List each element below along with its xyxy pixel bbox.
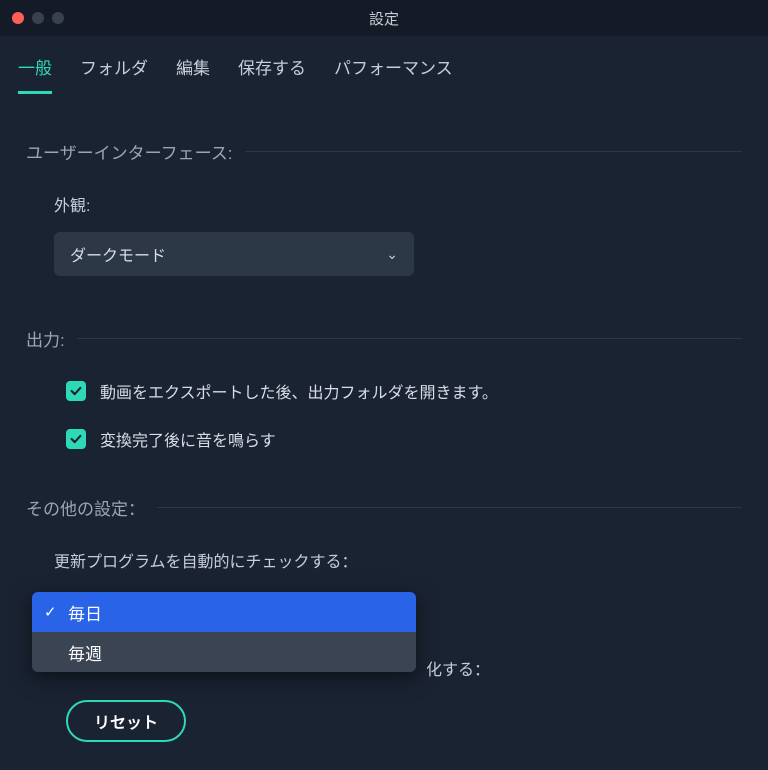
minimize-window-button[interactable] — [32, 12, 44, 24]
reset-button[interactable]: リセット — [66, 700, 186, 742]
check-icon: ✓ — [44, 603, 60, 621]
tab-save[interactable]: 保存する — [238, 54, 306, 94]
maximize-window-button[interactable] — [52, 12, 64, 24]
window-title: 設定 — [369, 8, 399, 29]
titlebar: 設定 — [0, 0, 768, 36]
dropdown-option-weekly[interactable]: 毎週 — [32, 632, 416, 672]
tab-folder[interactable]: フォルダ — [80, 54, 148, 94]
dropdown-option-daily[interactable]: ✓ 毎日 — [32, 592, 416, 632]
tabs: 一般 フォルダ 編集 保存する パフォーマンス — [0, 36, 768, 95]
appearance-value: ダークモード — [70, 242, 166, 266]
update-frequency-dropdown: ✓ 毎日 毎週 — [32, 592, 416, 672]
divider — [77, 338, 742, 339]
dropdown-option-label: 毎日 — [68, 600, 102, 625]
dropdown-option-label: 毎週 — [68, 640, 102, 665]
open-folder-row: 動画をエクスポートした後、出力フォルダを開きます。 — [66, 379, 742, 403]
section-other-header: その他の設定： — [26, 495, 742, 520]
tab-general[interactable]: 一般 — [18, 54, 52, 94]
traffic-lights — [12, 12, 64, 24]
check-icon — [69, 432, 83, 446]
open-folder-checkbox[interactable] — [66, 381, 86, 401]
divider — [245, 151, 742, 152]
section-output-label: 出力: — [26, 326, 65, 351]
divider — [157, 507, 742, 508]
auto-update-label: 更新プログラムを自動的にチェックする： — [54, 548, 742, 572]
chevron-down-icon: ⌄ — [386, 246, 398, 263]
play-sound-checkbox[interactable] — [66, 429, 86, 449]
close-window-button[interactable] — [12, 12, 24, 24]
play-sound-row: 変換完了後に音を鳴らす — [66, 427, 742, 451]
tab-edit[interactable]: 編集 — [176, 54, 210, 94]
appearance-select[interactable]: ダークモード ⌄ — [54, 232, 414, 276]
check-icon — [69, 384, 83, 398]
tab-performance[interactable]: パフォーマンス — [334, 54, 453, 94]
section-ui-label: ユーザーインターフェース: — [26, 139, 233, 164]
play-sound-label: 変換完了後に音を鳴らす — [100, 427, 276, 451]
auto-update-group: 更新プログラムを自動的にチェックする： — [54, 548, 742, 572]
open-folder-label: 動画をエクスポートした後、出力フォルダを開きます。 — [100, 379, 498, 403]
update-dropdown-container: ✓ 毎日 毎週 化する： リセット — [32, 592, 742, 742]
section-ui-header: ユーザーインターフェース: — [26, 139, 742, 164]
section-other-label: その他の設定： — [26, 495, 145, 520]
appearance-group: 外観: ダークモード ⌄ — [54, 192, 742, 276]
section-output-header: 出力: — [26, 326, 742, 351]
content: ユーザーインターフェース: 外観: ダークモード ⌄ 出力: 動画をエクスポート… — [0, 95, 768, 762]
obscured-text: 化する： — [426, 656, 490, 680]
appearance-label: 外観: — [54, 192, 742, 216]
